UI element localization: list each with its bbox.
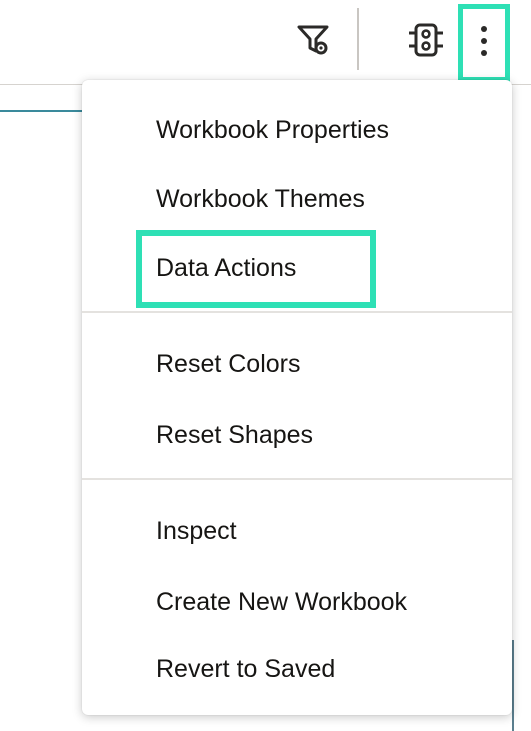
more-vertical-icon	[479, 24, 489, 63]
menu-item-inspect[interactable]: Inspect	[82, 503, 512, 559]
menu-item-label: Reset Colors	[156, 349, 301, 378]
properties-panel-icon	[407, 22, 445, 63]
menu-item-label: Create New Workbook	[156, 587, 408, 616]
menu-item-label: Revert to Saved	[156, 654, 336, 683]
menu-item-data-actions[interactable]: Data Actions	[82, 240, 512, 296]
menu-item-reset-shapes[interactable]: Reset Shapes	[82, 407, 512, 463]
menu-item-revert-to-saved[interactable]: Revert to Saved	[82, 641, 512, 697]
menu-item-reset-colors[interactable]: Reset Colors	[82, 336, 512, 392]
canvas-edge-line	[512, 640, 514, 731]
more-actions-menu: Workbook Properties Workbook Themes Data…	[82, 80, 512, 715]
properties-panel-button[interactable]	[404, 20, 448, 64]
filter-settings-button[interactable]	[294, 22, 334, 62]
menu-item-workbook-themes[interactable]: Workbook Themes	[82, 171, 512, 227]
menu-item-label: Data Actions	[156, 253, 297, 282]
toolbar-separator	[357, 8, 359, 70]
menu-item-create-new-workbook[interactable]: Create New Workbook	[82, 574, 512, 630]
toolbar	[0, 0, 531, 85]
menu-divider	[82, 311, 512, 313]
filter-settings-icon	[297, 24, 331, 61]
canvas-accent-line	[0, 110, 90, 112]
more-actions-button[interactable]	[458, 4, 510, 82]
menu-item-label: Workbook Themes	[156, 184, 365, 213]
menu-item-workbook-properties[interactable]: Workbook Properties	[82, 102, 512, 158]
menu-divider	[82, 478, 512, 480]
menu-item-label: Inspect	[156, 516, 237, 545]
menu-item-label: Reset Shapes	[156, 420, 314, 449]
menu-item-label: Workbook Properties	[156, 115, 389, 144]
